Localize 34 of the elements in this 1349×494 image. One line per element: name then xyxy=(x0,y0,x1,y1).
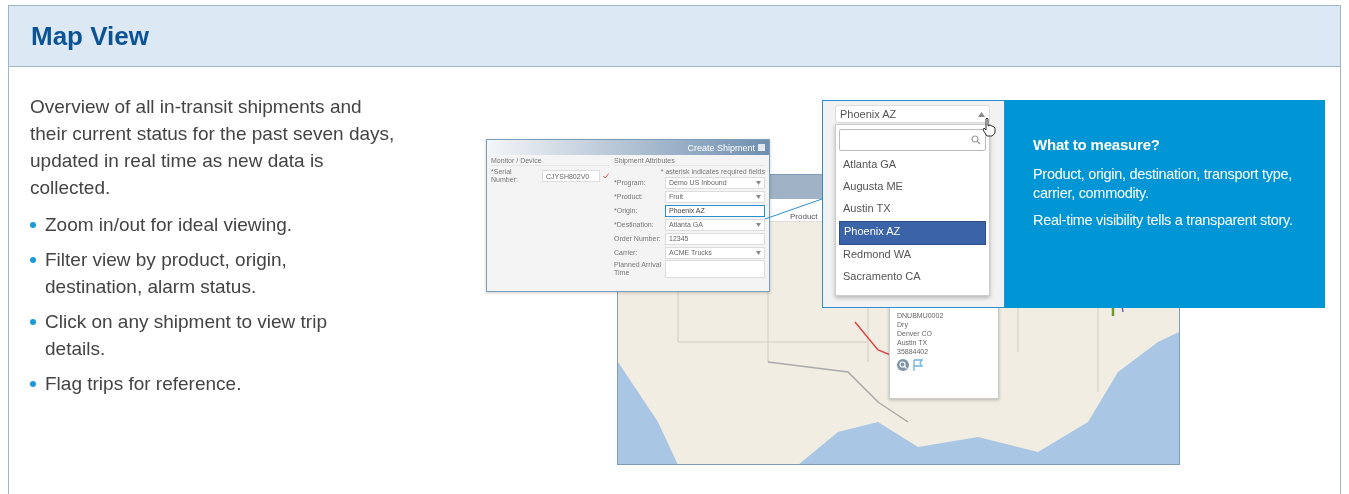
caret-icon xyxy=(756,194,761,199)
column-header: Product xyxy=(790,212,818,221)
callout-text: Product, origin, destination, transport type, carrier, commodity. xyxy=(1033,165,1293,203)
dropdown-option[interactable]: Sacramento CA xyxy=(839,267,986,289)
bullet-text: Flag trips for reference. xyxy=(45,372,242,396)
dropdown-option[interactable]: Redmond WA xyxy=(839,245,986,267)
caret-icon xyxy=(978,111,985,117)
bullet-icon xyxy=(30,319,36,325)
input-field[interactable] xyxy=(665,260,765,278)
dropdown-option[interactable]: Atlanta GA xyxy=(839,155,986,177)
callout-text: Real-time visibility tells a transparent story. xyxy=(1033,211,1294,230)
bullet-icon xyxy=(30,222,36,228)
intro-text: Overview of all in-transit shipments and their current status for the past seven days, updated in real time as new data is collected. xyxy=(30,95,396,200)
search-field[interactable] xyxy=(839,129,986,151)
flag-icon[interactable] xyxy=(912,359,924,371)
bullet-icon xyxy=(30,381,36,387)
search-icon[interactable] xyxy=(897,359,909,371)
bullet-text: Zoom in/out for ideal viewing. xyxy=(45,213,293,237)
dialog-title: Create Shipment xyxy=(687,142,755,153)
dropdown-option[interactable]: Phoenix AZ xyxy=(839,221,986,245)
caret-icon xyxy=(756,180,761,185)
section-title: Map View xyxy=(31,20,149,52)
dropdown-option[interactable]: Augusta ME xyxy=(839,177,986,199)
close-icon[interactable] xyxy=(758,144,765,151)
dropdown-option[interactable]: Austin TX xyxy=(839,199,986,221)
bullet-text: Click on any shipment to view trip details. xyxy=(45,310,328,361)
search-icon xyxy=(971,135,981,145)
caret-icon xyxy=(756,250,761,255)
caret-icon xyxy=(756,222,761,227)
check-icon xyxy=(603,173,609,179)
callout-title: What to measure? xyxy=(1033,136,1161,153)
bullet-text: Filter view by product, origin, destination, alarm status. xyxy=(45,248,288,299)
bullet-icon xyxy=(30,257,36,263)
city-select[interactable]: Phoenix AZ xyxy=(835,105,990,123)
